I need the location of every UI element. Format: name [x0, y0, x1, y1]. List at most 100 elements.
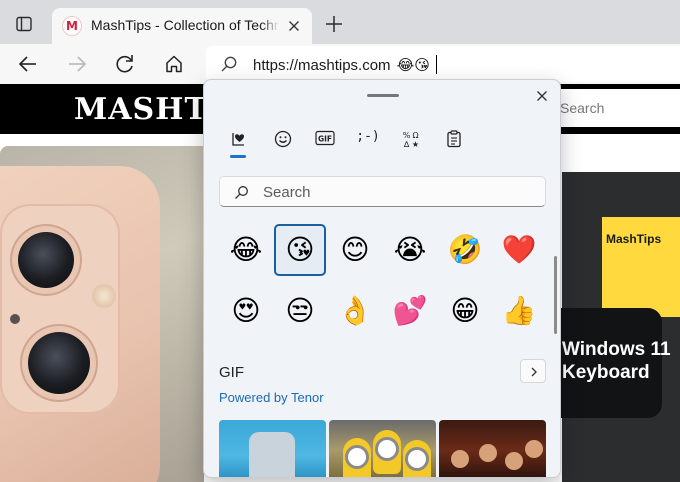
gif-minion [403, 440, 431, 477]
new-tab-button[interactable] [320, 10, 348, 38]
promo-text: Windows 11 Keyboard [562, 339, 671, 383]
camera-mic [10, 314, 20, 324]
emoji-rolling-on-the-floor-laughing[interactable]: 🤣 [439, 224, 491, 276]
emoji-two-hearts[interactable]: 💕 [384, 285, 436, 337]
iphone-back-image [0, 166, 160, 482]
site-search-field[interactable]: Search [560, 89, 680, 127]
gif-icon: GIF [315, 130, 335, 146]
emoji-glyph: 😁 [450, 294, 480, 327]
symbols-icon: % Ω ∆ ★ [403, 131, 419, 148]
search-icon [235, 186, 248, 199]
arrow-right-icon [69, 56, 87, 72]
svg-text:★: ★ [412, 140, 419, 148]
emoji-glyph: 😭 [393, 233, 427, 266]
drag-handle[interactable] [367, 94, 399, 97]
tab-symbols[interactable]: % Ω ∆ ★ [398, 126, 424, 150]
gif-crowd-person [525, 440, 543, 458]
emoji-loudly-crying-face[interactable]: 😭 [384, 224, 436, 276]
gif-crowd-person [451, 450, 469, 468]
refresh-button[interactable] [111, 50, 139, 78]
favicon-letter: M [66, 19, 78, 33]
svg-text:%: % [403, 131, 411, 140]
home-icon [166, 55, 182, 73]
mashtips-favicon: M [62, 16, 82, 36]
emoji-glyph: 😒 [285, 294, 315, 327]
clipboard-icon [447, 130, 461, 148]
secondary-article-image[interactable]: MashTips Windows 11 Keyboard [542, 172, 680, 482]
active-tab-indicator [230, 155, 246, 158]
camera-lens [28, 332, 90, 394]
emoji-ok-hand[interactable]: 👌 [329, 285, 381, 337]
emoji-beaming-face[interactable]: 😁 [439, 285, 491, 337]
text-caret [436, 55, 438, 74]
emoji-glyph: 😊 [340, 233, 370, 266]
emoji-glyph: 👍 [501, 294, 537, 327]
emoji-smiling-face-with-heart-eyes[interactable]: 😍 [220, 285, 272, 337]
tab-strip: M MashTips - Collection of Technical Tip… [0, 0, 680, 44]
tab-recently-used[interactable] [225, 126, 251, 150]
arrow-left-icon [18, 56, 36, 72]
gif-crowd-person [505, 452, 523, 470]
refresh-icon [116, 55, 133, 73]
featured-article-image[interactable] [0, 146, 204, 482]
svg-text:∆: ∆ [403, 140, 410, 148]
emoji-unamused-face[interactable]: 😒 [274, 285, 326, 337]
camera-module [0, 204, 120, 414]
emoji-search-input[interactable]: Search [219, 176, 546, 207]
emoji-face-with-tears-of-joy[interactable]: 😂 [220, 224, 272, 276]
camera-lens [18, 232, 74, 288]
chevron-right-icon [531, 367, 537, 377]
close-icon [537, 91, 547, 101]
gif-robot-figure [249, 432, 295, 477]
emoji-search-placeholder: Search [263, 184, 311, 201]
gif-thumbnail[interactable] [219, 420, 326, 477]
emoji-face-blowing-a-kiss[interactable]: 😘 [274, 224, 326, 276]
emoji-panel: GIF ;-) % Ω ∆ ★ Search 😂 😘 😊 😭 🤣 ❤️ 😍 😒 … [203, 79, 561, 478]
inserted-emojis: 😂😘 [396, 56, 430, 74]
active-tab[interactable]: M MashTips - Collection of Technical Tip… [52, 8, 312, 44]
close-tab-button[interactable] [284, 16, 304, 36]
heart-clock-icon [232, 133, 244, 146]
smiley-icon [274, 130, 292, 148]
tab-emoji[interactable] [270, 126, 296, 150]
plus-icon [326, 16, 342, 32]
emoji-glyph: 🤣 [447, 233, 483, 266]
tab-actions-button[interactable] [8, 10, 40, 38]
svg-text:Ω: Ω [412, 131, 418, 140]
emoji-glyph: 😍 [231, 294, 261, 327]
emoji-glyph: 😂 [229, 233, 263, 266]
emoji-thumbs-up[interactable]: 👍 [493, 285, 545, 337]
gif-see-more-button[interactable] [520, 359, 546, 383]
back-button[interactable] [14, 50, 42, 78]
gif-thumbnail[interactable] [439, 420, 546, 477]
navigation-toolbar: https://mashtips.com 😂😘 [0, 44, 680, 84]
site-search-placeholder: Search [560, 100, 605, 116]
powered-by-tenor-link[interactable]: Powered by Tenor [219, 390, 324, 405]
gif-minion [373, 430, 401, 474]
emoji-red-heart[interactable]: ❤️ [493, 224, 545, 276]
home-button[interactable] [160, 50, 188, 78]
gif-minion [343, 438, 371, 477]
sticky-note-text: MashTips [606, 232, 662, 246]
gif-section-title: GIF [219, 364, 244, 381]
tab-kaomoji[interactable]: ;-) [355, 126, 381, 150]
emoji-glyph: 😘 [285, 233, 315, 266]
url-text: https://mashtips.com [253, 57, 391, 74]
tab-clipboard[interactable] [441, 126, 467, 150]
close-icon [289, 21, 299, 31]
gif-crowd-person [479, 444, 497, 462]
search-icon [221, 56, 237, 72]
forward-button[interactable] [63, 50, 91, 78]
gif-thumbnail[interactable] [329, 420, 436, 477]
svg-text:GIF: GIF [318, 135, 332, 144]
emoji-panel-close-button[interactable] [532, 86, 552, 106]
emoji-glyph: 👌 [337, 294, 373, 327]
emoji-scrollbar[interactable] [554, 256, 557, 334]
emoji-smiling-face[interactable]: 😊 [329, 224, 381, 276]
address-text[interactable]: https://mashtips.com 😂😘 [253, 55, 438, 74]
address-bar[interactable]: https://mashtips.com 😂😘 [206, 46, 680, 82]
kaomoji-label: ;-) [356, 129, 380, 144]
tab-gif[interactable]: GIF [312, 126, 338, 150]
emoji-glyph: ❤️ [501, 233, 537, 266]
tab-actions-icon [16, 16, 32, 32]
